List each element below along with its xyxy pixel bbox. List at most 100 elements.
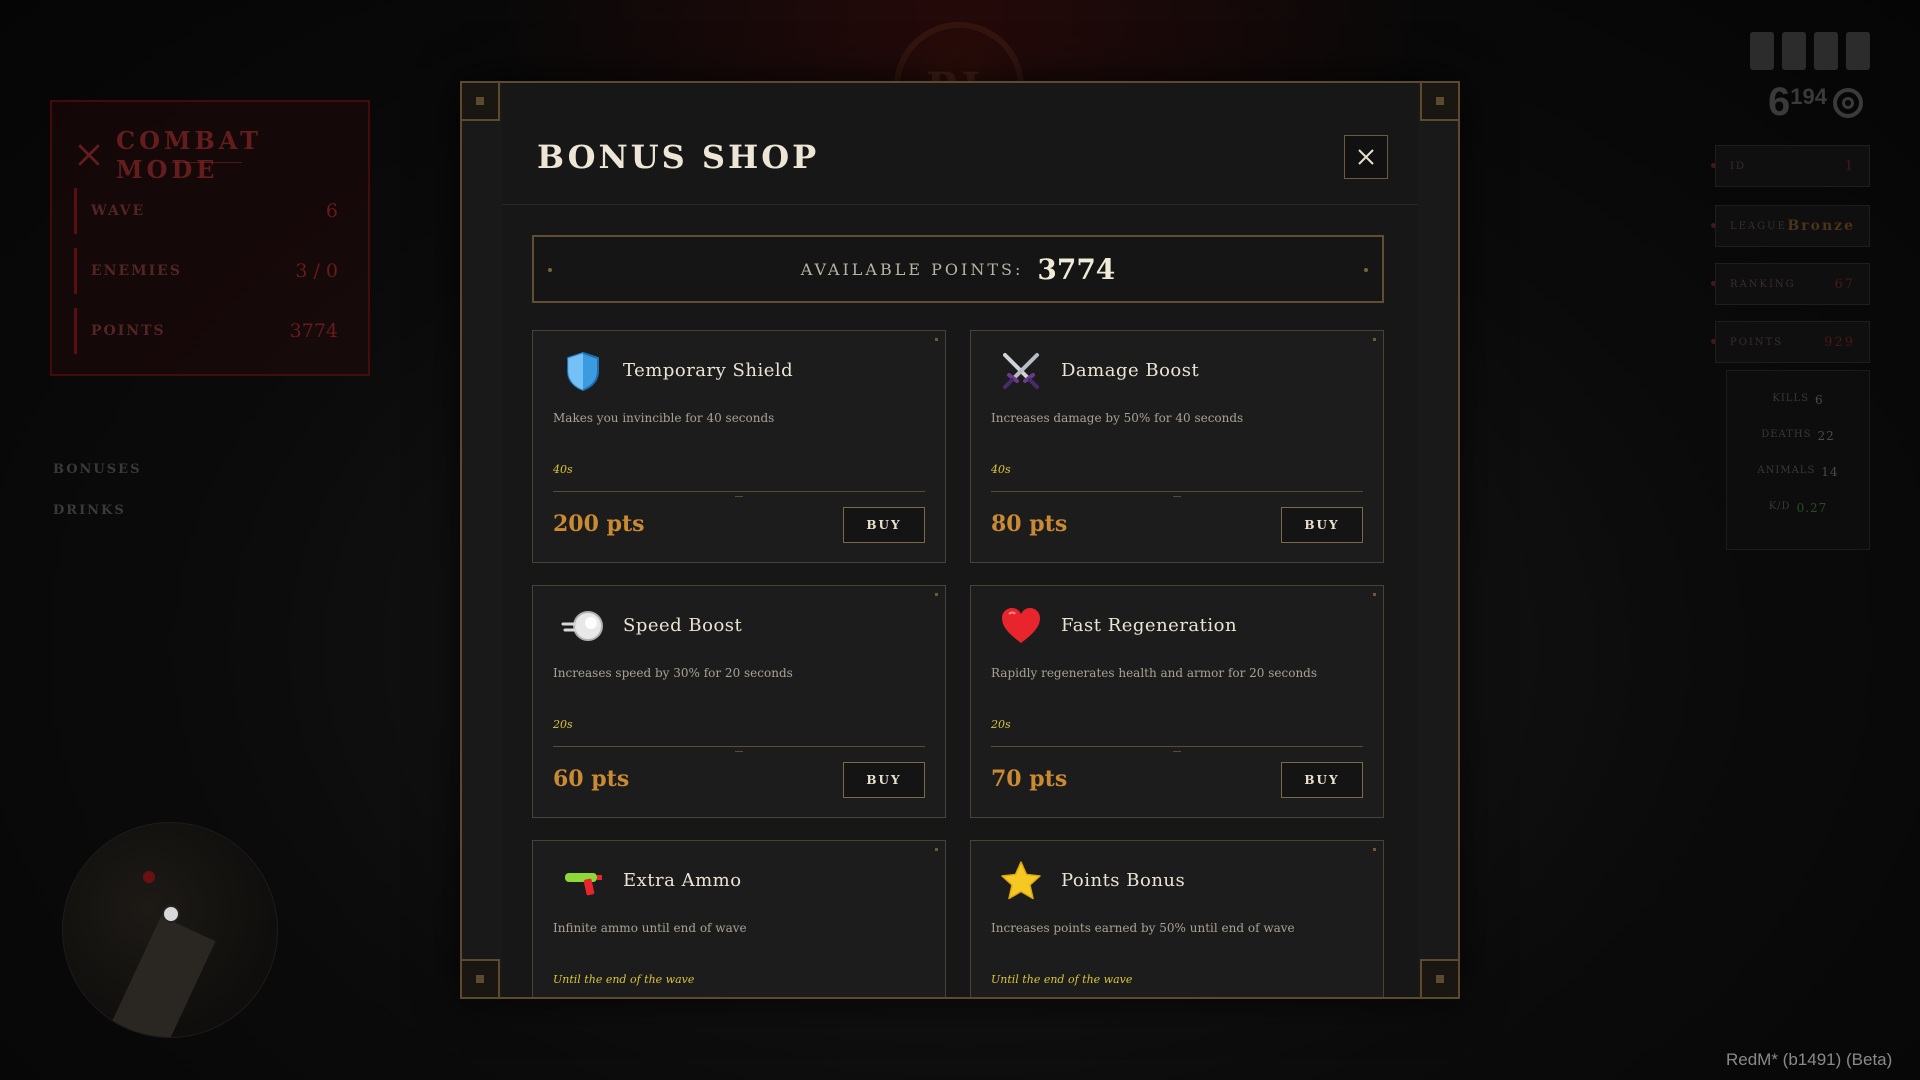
stat-value: 1: [1844, 158, 1855, 174]
wind-icon: [561, 604, 605, 648]
stat-label: ID: [1730, 160, 1746, 172]
stats-detail-value: 22: [1817, 429, 1835, 443]
bonus-duration: 40s: [991, 463, 1011, 476]
close-icon: [1358, 149, 1374, 165]
minimap: [62, 822, 278, 1038]
stats-detail-row: KILLS 6: [1727, 393, 1869, 407]
combat-row-value: 3 / 0: [295, 260, 338, 282]
stats-detail-panel: KILLS 6 DEATHS 22 ANIMALS 14 K/D 0.27: [1726, 370, 1870, 550]
combat-row-wave: WAVE 6: [74, 188, 338, 234]
stats-detail-label: K/D: [1768, 501, 1791, 512]
stats-detail-row: ANIMALS 14: [1727, 465, 1869, 479]
card-ornament: [935, 848, 938, 851]
bonus-card-temporary-shield: Temporary Shield Makes you invincible fo…: [532, 330, 946, 563]
stat-ranking: RANKING 67: [1715, 263, 1870, 305]
combat-divider: [172, 162, 242, 163]
crossed-swords-icon: [999, 349, 1043, 393]
card-ornament: [1373, 593, 1376, 596]
bonus-card-speed-boost: Speed Boost Increases speed by 30% for 2…: [532, 585, 946, 818]
stat-league: LEAGUE Bronze: [1715, 205, 1870, 247]
stats-detail-value: 14: [1821, 465, 1839, 479]
bonus-card-fast-regeneration: Fast Regeneration Rapidly regenerates he…: [970, 585, 1384, 818]
available-points-label: AVAILABLE POINTS:: [800, 259, 1024, 279]
card-ornament: [935, 593, 938, 596]
bonus-description: Infinite ammo until end of wave: [553, 921, 747, 935]
bonus-description: Rapidly regenerates health and armor for…: [991, 666, 1318, 680]
bonus-duration: 20s: [553, 718, 573, 731]
card-ornament: [1373, 338, 1376, 341]
combat-row-label: POINTS: [91, 323, 166, 339]
minimap-player-icon: [162, 905, 180, 923]
available-points-box: AVAILABLE POINTS: 3774: [532, 235, 1384, 303]
stat-label: LEAGUE: [1730, 220, 1787, 232]
combat-row-value: 6: [325, 200, 338, 222]
side-menu-item-drinks[interactable]: DRINKS: [53, 503, 141, 518]
combat-mode-title: COMBAT MODE: [76, 126, 358, 184]
bonus-description: Increases points earned by 50% until end…: [991, 921, 1295, 935]
ornament-dot: [1364, 268, 1368, 272]
target-icon: [1832, 88, 1863, 118]
buy-button-speed-boost[interactable]: BUY: [843, 762, 925, 798]
stats-detail-row: DEATHS 22: [1727, 429, 1869, 443]
combat-row-label: ENEMIES: [91, 263, 182, 279]
bonus-price: 200 pts: [553, 511, 645, 537]
stat-value: 67: [1834, 276, 1855, 292]
combat-row-value: 3774: [289, 320, 338, 342]
money-major: 6: [1768, 80, 1791, 124]
combat-row-points: POINTS 3774: [74, 308, 338, 354]
buy-button-damage-boost[interactable]: BUY: [1281, 507, 1363, 543]
bonus-name: Fast Regeneration: [1061, 615, 1238, 636]
card-separator: [553, 746, 925, 752]
star-icon: [999, 859, 1043, 903]
card-ornament: [935, 338, 938, 341]
bonus-name: Points Bonus: [1061, 870, 1186, 891]
build-version-text: RedM* (b1491) (Beta): [1726, 1050, 1893, 1069]
side-menu: BONUSES DRINKS: [53, 462, 141, 544]
ammo-bar: [1846, 32, 1870, 70]
buy-button-fast-regeneration[interactable]: BUY: [1281, 762, 1363, 798]
frame-corner-ornament: [460, 959, 500, 999]
bonus-shop-modal: BONUS SHOP AVAILABLE POINTS: 3774 Tempor…: [460, 81, 1460, 999]
card-separator: [991, 746, 1363, 752]
stats-detail-label: ANIMALS: [1757, 465, 1816, 476]
shield-icon: [561, 349, 605, 393]
bonus-price: 70 pts: [991, 766, 1068, 792]
combat-mode-panel: COMBAT MODE WAVE 6 ENEMIES 3 / 0 POINTS …: [50, 100, 370, 376]
buy-button-temporary-shield[interactable]: BUY: [843, 507, 925, 543]
bonus-duration: Until the end of the wave: [553, 973, 695, 986]
bonus-description: Makes you invincible for 40 seconds: [553, 411, 775, 425]
stat-label: POINTS: [1730, 336, 1784, 348]
bonus-name: Damage Boost: [1061, 360, 1200, 381]
frame-corner-ornament: [1420, 81, 1460, 121]
bonus-card-extra-ammo: Extra Ammo Infinite ammo until end of wa…: [532, 840, 946, 997]
bonus-duration: 20s: [991, 718, 1011, 731]
bonus-description: Increases damage by 50% for 40 seconds: [991, 411, 1244, 425]
money-display: 6 194: [1768, 80, 1863, 125]
stats-detail-row: K/D 0.27: [1727, 501, 1869, 515]
stat-label: RANKING: [1730, 278, 1796, 290]
ammo-bars: [1750, 32, 1870, 70]
bonus-card-points-bonus: Points Bonus Increases points earned by …: [970, 840, 1384, 997]
bonus-name: Temporary Shield: [623, 360, 794, 381]
minimap-road: [110, 915, 216, 1037]
stat-value: 929: [1824, 334, 1855, 350]
card-separator: [553, 491, 925, 497]
ornament-dot: [548, 268, 552, 272]
bonus-name: Speed Boost: [623, 615, 743, 636]
stat-value: Bronze: [1787, 218, 1855, 234]
frame-corner-ornament: [1420, 959, 1460, 999]
crossed-swords-icon: [78, 144, 100, 166]
bonus-duration: Until the end of the wave: [991, 973, 1133, 986]
close-button[interactable]: [1344, 135, 1388, 179]
side-menu-item-bonuses[interactable]: BONUSES: [53, 462, 141, 477]
frame-corner-ornament: [460, 81, 500, 121]
stats-detail-value: 0.27: [1796, 501, 1828, 515]
bonus-name: Extra Ammo: [623, 870, 742, 891]
card-ornament: [1373, 848, 1376, 851]
ammo-bar: [1782, 32, 1806, 70]
bonus-shop-title: BONUS SHOP: [537, 138, 820, 176]
stats-detail-value: 6: [1814, 393, 1824, 407]
water-gun-icon: [561, 859, 605, 903]
card-separator: [991, 491, 1363, 497]
bonus-description: Increases speed by 30% for 20 seconds: [553, 666, 793, 680]
